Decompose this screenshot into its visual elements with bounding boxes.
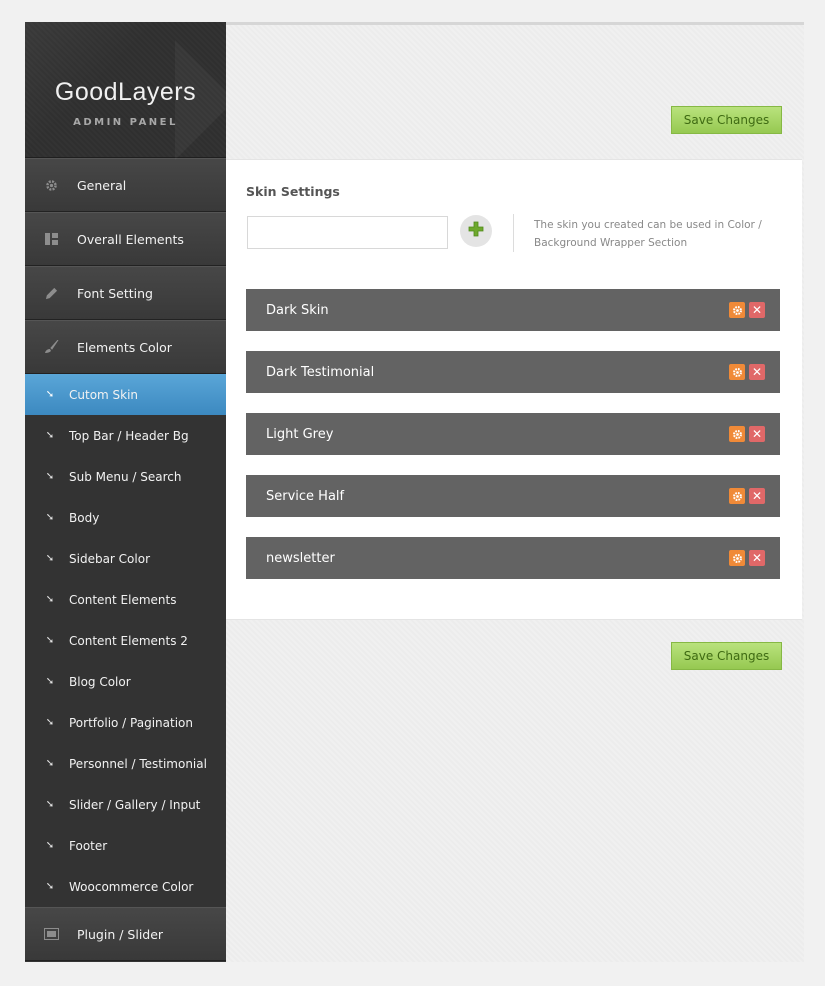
sidebar-item-label: Overall Elements xyxy=(77,231,184,247)
skin-item[interactable]: Light Grey ✕ xyxy=(246,413,780,455)
admin-sidebar: GoodLayers ADMIN PANEL General Overall E… xyxy=(25,22,226,962)
gear-icon xyxy=(25,179,77,192)
skin-delete-close-icon[interactable]: ✕ xyxy=(749,302,765,318)
sidebar-subitem-sub-menu[interactable]: ➘ Sub Menu / Search xyxy=(25,456,226,497)
skin-name: Service Half xyxy=(266,488,345,504)
sidebar-subitem-content-elements[interactable]: ➘ Content Elements xyxy=(25,579,226,620)
save-button-top[interactable]: Save Changes xyxy=(671,106,782,134)
sidebar-item-label: Elements Color xyxy=(77,339,172,355)
sidebar-subitem-blog-color[interactable]: ➘ Blog Color xyxy=(25,661,226,702)
skin-settings-panel: Skin Settings The skin you created can b… xyxy=(226,159,802,620)
skin-settings-gear-icon[interactable] xyxy=(729,426,745,442)
panel-title: Skin Settings xyxy=(246,184,340,199)
skin-name: Dark Skin xyxy=(266,302,329,318)
sidebar-subitem-label: Portfolio / Pagination xyxy=(69,715,193,730)
sidebar-item-label: Plugin / Slider xyxy=(77,926,164,942)
divider xyxy=(513,214,514,252)
sidebar-subitem-portfolio[interactable]: ➘ Portfolio / Pagination xyxy=(25,702,226,743)
sidebar-item-font-setting[interactable]: Font Setting xyxy=(25,266,226,320)
sidebar-subitem-slider-gallery[interactable]: ➘ Slider / Gallery / Input xyxy=(25,784,226,825)
skin-item[interactable]: newsletter ✕ xyxy=(246,537,780,579)
sidebar-subitem-top-bar[interactable]: ➘ Top Bar / Header Bg xyxy=(25,415,226,456)
sidebar-subitem-label: Content Elements xyxy=(69,592,177,607)
skin-hint-text: The skin you created can be used in Colo… xyxy=(534,219,762,249)
skin-item[interactable]: Dark Testimonial ✕ xyxy=(246,351,780,393)
save-button-bottom[interactable]: Save Changes xyxy=(671,642,782,670)
skin-delete-close-icon[interactable]: ✕ xyxy=(749,550,765,566)
arrow-down-right-icon: ➘ xyxy=(45,676,55,687)
sidebar-subitem-footer[interactable]: ➘ Footer xyxy=(25,825,226,866)
arrow-down-right-icon: ➘ xyxy=(45,430,55,441)
arrow-down-right-icon: ➘ xyxy=(45,717,55,728)
elements-color-submenu: ➘ Cutom Skin ➘ Top Bar / Header Bg ➘ Sub Me… xyxy=(25,374,226,907)
skin-settings-gear-icon[interactable] xyxy=(729,302,745,318)
arrow-down-right-icon: ➘ xyxy=(45,389,55,400)
sidebar-subitem-label: Content Elements 2 xyxy=(69,633,188,648)
skin-name: Light Grey xyxy=(266,426,334,442)
skin-delete-close-icon[interactable]: ✕ xyxy=(749,426,765,442)
sidebar-item-label: Font Setting xyxy=(77,285,153,301)
sidebar-subitem-label: Woocommerce Color xyxy=(69,879,194,894)
skin-name-input[interactable] xyxy=(247,216,448,249)
sidebar-subitem-label: Blog Color xyxy=(69,674,131,689)
sidebar-subitem-content-elements-2[interactable]: ➘ Content Elements 2 xyxy=(25,620,226,661)
logo-title: GoodLayers xyxy=(54,78,197,106)
add-skin-button[interactable] xyxy=(460,215,492,247)
image-icon xyxy=(25,928,77,940)
arrow-down-right-icon: ➘ xyxy=(45,471,55,482)
arrow-down-right-icon: ➘ xyxy=(45,635,55,646)
sidebar-subitem-body[interactable]: ➘ Body xyxy=(25,497,226,538)
skin-settings-gear-icon[interactable] xyxy=(729,550,745,566)
pencil-icon xyxy=(25,287,77,300)
skin-item[interactable]: Service Half ✕ xyxy=(246,475,780,517)
skin-delete-close-icon[interactable]: ✕ xyxy=(749,488,765,504)
sidebar-item-plugin-slider[interactable]: Plugin / Slider xyxy=(25,907,226,961)
arrow-down-right-icon: ➘ xyxy=(45,758,55,769)
sidebar-subitem-label: Cutom Skin xyxy=(69,387,139,402)
sidebar-subitem-custom-skin[interactable]: ➘ Cutom Skin xyxy=(25,374,226,415)
sidebar-subitem-label: Body xyxy=(69,510,100,525)
arrow-down-right-icon: ➘ xyxy=(45,799,55,810)
main-content: Save Changes Skin Settings The skin you … xyxy=(226,22,804,962)
sidebar-subitem-personnel[interactable]: ➘ Personnel / Testimonial xyxy=(25,743,226,784)
brush-icon xyxy=(25,340,77,354)
sidebar-item-elements-color[interactable]: Elements Color xyxy=(25,320,226,374)
sidebar-subitem-label: Slider / Gallery / Input xyxy=(69,797,201,812)
sidebar-subitem-woocommerce[interactable]: ➘ Woocommerce Color xyxy=(25,866,226,907)
layout-icon xyxy=(25,233,77,245)
logo-subtitle: ADMIN PANEL xyxy=(73,117,178,128)
arrow-down-right-icon: ➘ xyxy=(45,881,55,892)
arrow-down-right-icon: ➘ xyxy=(45,553,55,564)
sidebar-subitem-label: Top Bar / Header Bg xyxy=(69,428,189,443)
sidebar-subitem-label: Sidebar Color xyxy=(69,551,150,566)
sidebar-subitem-label: Personnel / Testimonial xyxy=(69,756,207,771)
logo: GoodLayers ADMIN PANEL xyxy=(25,22,226,160)
sidebar-subitem-sidebar-color[interactable]: ➘ Sidebar Color xyxy=(25,538,226,579)
skin-item[interactable]: Dark Skin ✕ xyxy=(246,289,780,331)
sidebar-item-general[interactable]: General xyxy=(25,158,226,212)
skin-name: Dark Testimonial xyxy=(266,364,375,380)
skin-delete-close-icon[interactable]: ✕ xyxy=(749,364,765,380)
sidebar-item-overall-elements[interactable]: Overall Elements xyxy=(25,212,226,266)
sidebar-subitem-label: Sub Menu / Search xyxy=(69,469,182,484)
arrow-down-right-icon: ➘ xyxy=(45,840,55,851)
arrow-down-right-icon: ➘ xyxy=(45,594,55,605)
sidebar-item-label: General xyxy=(77,177,127,193)
plus-icon xyxy=(468,221,484,241)
skin-name: newsletter xyxy=(266,550,335,566)
skin-settings-gear-icon[interactable] xyxy=(729,364,745,380)
arrow-down-right-icon: ➘ xyxy=(45,512,55,523)
sidebar-subitem-label: Footer xyxy=(69,838,108,853)
skin-settings-gear-icon[interactable] xyxy=(729,488,745,504)
